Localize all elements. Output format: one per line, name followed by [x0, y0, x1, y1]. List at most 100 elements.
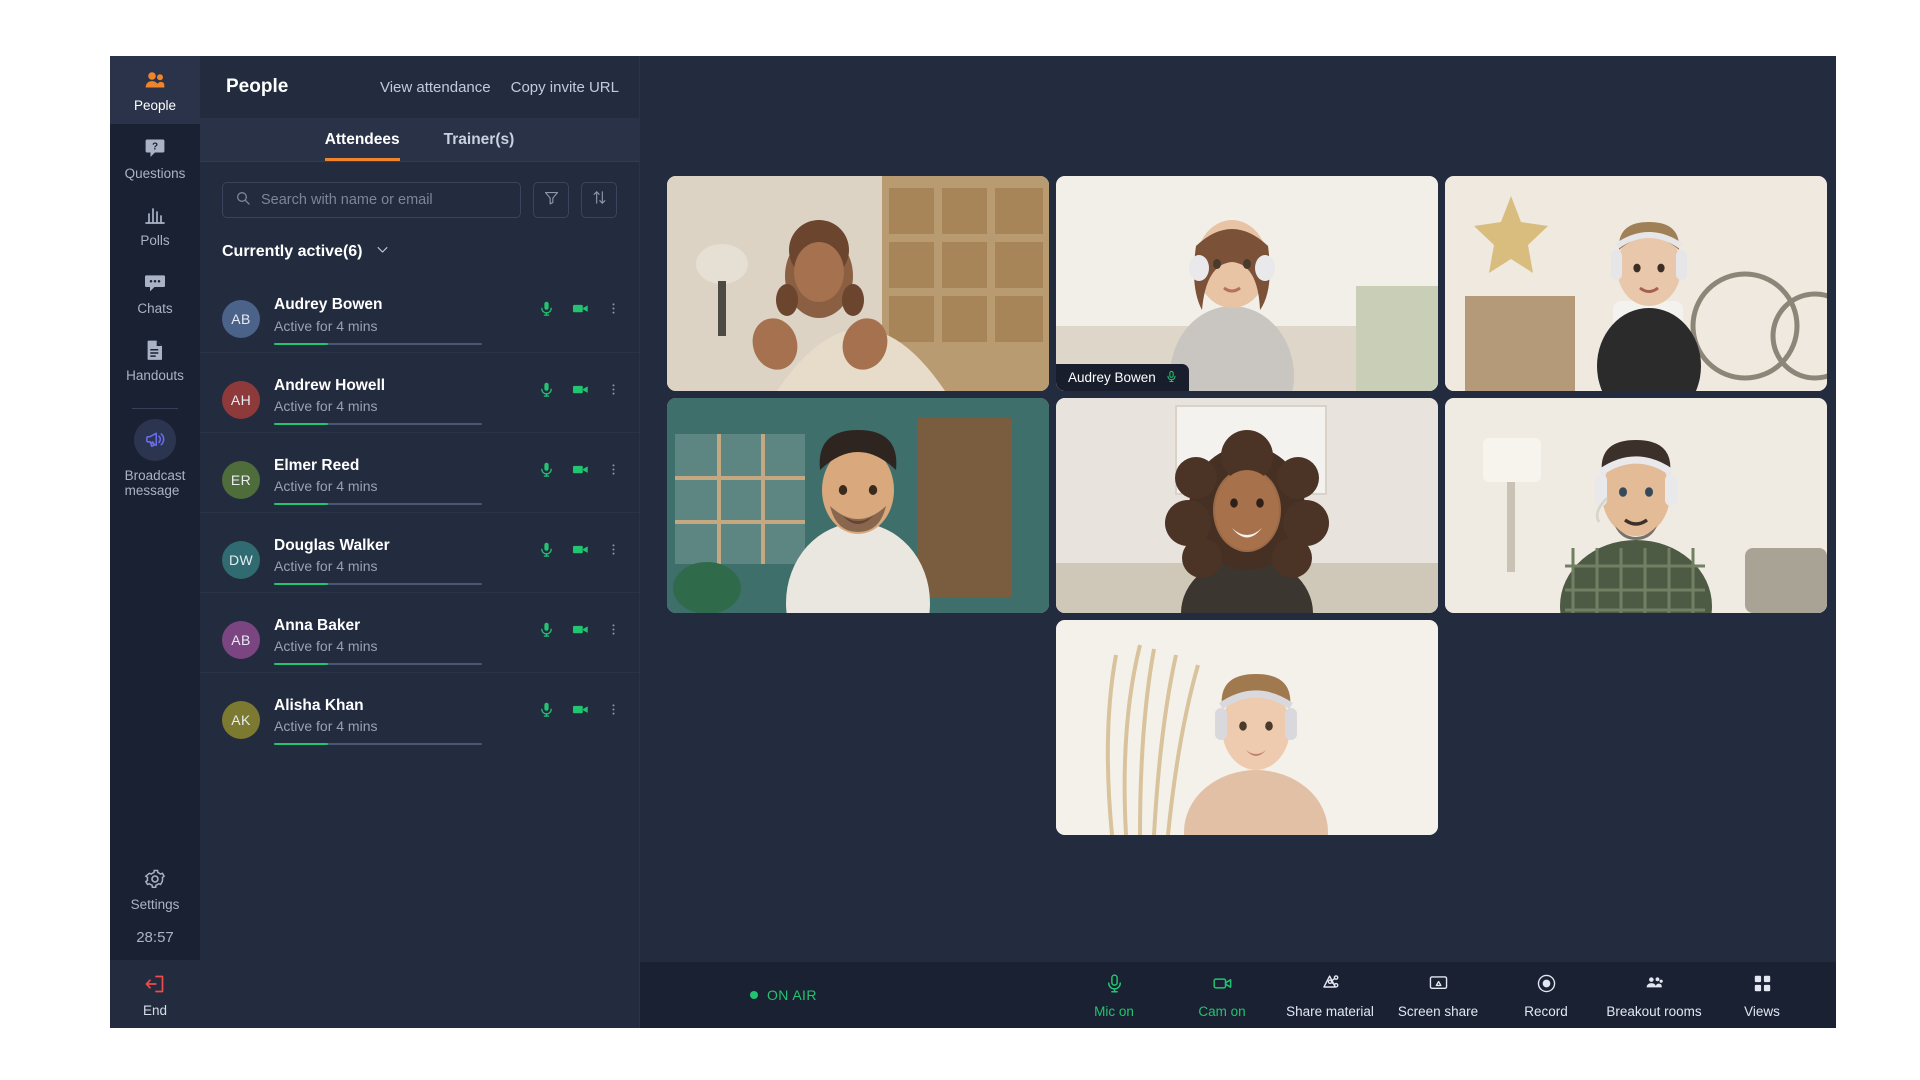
- toolbar-label: Record: [1524, 1003, 1568, 1019]
- attendee-row[interactable]: DW Douglas Walker Active for 4 mins: [200, 512, 639, 592]
- search-input[interactable]: [261, 192, 508, 208]
- question-bubble-icon: ?: [143, 136, 167, 160]
- mic-on-icon: [1104, 973, 1125, 997]
- sort-button[interactable]: [581, 182, 617, 218]
- kebab-menu-icon[interactable]: [606, 622, 621, 642]
- kebab-menu-icon[interactable]: [606, 301, 621, 321]
- attendee-row[interactable]: AH Andrew Howell Active for 4 mins: [200, 352, 639, 432]
- attendee-name: Andrew Howell: [274, 376, 386, 394]
- cam-on-icon: [1212, 973, 1233, 997]
- video-tile[interactable]: [667, 398, 1049, 613]
- currently-active-group-header[interactable]: Currently active(6): [200, 230, 639, 272]
- end-session-button[interactable]: End: [110, 960, 200, 1028]
- avatar-initials: AB: [231, 631, 251, 648]
- filter-button[interactable]: [533, 182, 569, 218]
- mic-on-icon[interactable]: [538, 541, 555, 563]
- kebab-menu-icon[interactable]: [606, 542, 621, 562]
- rail-divider: [132, 407, 178, 409]
- toolbar-mic-button[interactable]: Mic on: [1060, 968, 1168, 1023]
- toolbar-screen-share-button[interactable]: Screen share: [1384, 968, 1492, 1023]
- participant-name: Audrey Bowen: [1068, 370, 1156, 385]
- kebab-menu-icon[interactable]: [606, 462, 621, 482]
- attendee-info: Audrey Bowen Active for 4 mins: [274, 293, 538, 345]
- attendee-name: Elmer Reed: [274, 456, 360, 474]
- cam-on-icon[interactable]: [571, 380, 590, 404]
- attendee-controls: [538, 299, 621, 339]
- share-icon: [1320, 973, 1341, 997]
- toolbar-views-button[interactable]: Views: [1708, 968, 1816, 1023]
- tab-trainers[interactable]: Trainer(s): [444, 131, 515, 161]
- mic-on-icon[interactable]: [538, 300, 555, 322]
- people-icon: [143, 68, 167, 92]
- rail-item-chats[interactable]: Chats: [110, 259, 200, 327]
- gear-icon: [143, 867, 167, 891]
- video-tile[interactable]: [1056, 620, 1438, 835]
- mic-on-icon[interactable]: [538, 701, 555, 723]
- attendee-activity-bar: [274, 663, 482, 666]
- cam-on-icon[interactable]: [571, 299, 590, 323]
- page-title: People: [226, 76, 289, 97]
- mic-on-icon[interactable]: [538, 461, 555, 483]
- rail-item-people[interactable]: People: [110, 56, 200, 124]
- on-air-label: ON AIR: [767, 987, 817, 1003]
- attendee-activity-bar: [274, 583, 482, 586]
- left-nav-rail: People ? Questions Polls Chats Handouts: [110, 56, 200, 1028]
- cam-on-icon[interactable]: [571, 620, 590, 644]
- attendee-info: Andrew Howell Active for 4 mins: [274, 374, 538, 426]
- attendee-list[interactable]: AB Audrey Bowen Active for 4 mins AH Andrew …: [200, 272, 639, 1028]
- rail-item-settings[interactable]: Settings: [110, 855, 200, 923]
- kebab-menu-icon[interactable]: [606, 382, 621, 402]
- attendee-row[interactable]: ER Elmer Reed Active for 4 mins: [200, 432, 639, 512]
- rail-item-label: Polls: [140, 233, 170, 249]
- kebab-menu-icon[interactable]: [606, 702, 621, 722]
- attendee-status: Active for 4 mins: [274, 478, 378, 495]
- avatar: ER: [222, 460, 260, 499]
- participant-name-chip: Audrey Bowen: [1056, 364, 1189, 391]
- rail-item-handouts[interactable]: Handouts: [110, 326, 200, 394]
- video-tile[interactable]: [1445, 176, 1827, 391]
- view-attendance-link[interactable]: View attendance: [380, 79, 491, 96]
- rail-item-polls[interactable]: Polls: [110, 191, 200, 259]
- toolbar-share-material-button[interactable]: Share material: [1276, 968, 1384, 1023]
- cam-on-icon[interactable]: [571, 460, 590, 484]
- cam-on-icon[interactable]: [571, 700, 590, 724]
- avatar-initials: AH: [230, 391, 252, 408]
- avatar-initials: AB: [231, 311, 251, 327]
- attendee-info: Elmer Reed Active for 4 mins: [274, 454, 538, 506]
- attendee-controls: [538, 540, 621, 580]
- toolbar-record-button[interactable]: Record: [1492, 968, 1600, 1023]
- video-tile-selected[interactable]: Audrey Bowen: [1056, 176, 1438, 391]
- attendee-status: Active for 4 mins: [274, 398, 378, 415]
- video-tile[interactable]: [667, 176, 1049, 391]
- attendee-status: Active for 4 mins: [274, 558, 378, 575]
- svg-text:?: ?: [152, 141, 158, 152]
- chevron-down-icon[interactable]: [375, 242, 390, 262]
- tab-attendees[interactable]: Attendees: [324, 131, 400, 161]
- mic-on-icon[interactable]: [538, 381, 555, 403]
- video-tile[interactable]: [1056, 398, 1438, 613]
- mic-on-icon[interactable]: [538, 621, 555, 643]
- attendee-row[interactable]: AB Audrey Bowen Active for 4 mins: [200, 272, 639, 352]
- video-grid-row-1: Audrey Bowen: [667, 176, 1827, 391]
- rail-item-questions[interactable]: ? Questions: [110, 124, 200, 192]
- screen-share-icon: [1428, 973, 1449, 997]
- video-stage: Audrey Bowen ON AIR Mic on Cam on Share …: [640, 56, 1836, 1028]
- avatar: AK: [222, 700, 260, 739]
- cam-on-icon[interactable]: [571, 540, 590, 564]
- megaphone-icon: [134, 418, 176, 461]
- attendee-info: Anna Baker Active for 4 mins: [274, 614, 538, 666]
- toolbar-cam-button[interactable]: Cam on: [1168, 968, 1276, 1023]
- attendee-row[interactable]: AB Anna Baker Active for 4 mins: [200, 592, 639, 672]
- record-icon: [1536, 973, 1557, 997]
- copy-invite-url-link[interactable]: Copy invite URL: [511, 79, 619, 96]
- toolbar-breakout-rooms-button[interactable]: Breakout rooms: [1600, 968, 1708, 1023]
- toolbar-reactions-button[interactable]: Reactions: [1816, 968, 1836, 1023]
- grid-views-icon: [1752, 973, 1773, 997]
- rail-item-broadcast-message[interactable]: Broadcast message: [110, 415, 200, 507]
- attendee-info: Douglas Walker Active for 4 mins: [274, 534, 538, 586]
- attendee-row[interactable]: AK Alisha Khan Active for 4 mins: [200, 672, 639, 752]
- search-input-wrapper[interactable]: [222, 182, 521, 218]
- settings-label: Settings: [130, 897, 180, 913]
- on-air-indicator: ON AIR: [640, 987, 1060, 1003]
- video-tile[interactable]: [1445, 398, 1827, 613]
